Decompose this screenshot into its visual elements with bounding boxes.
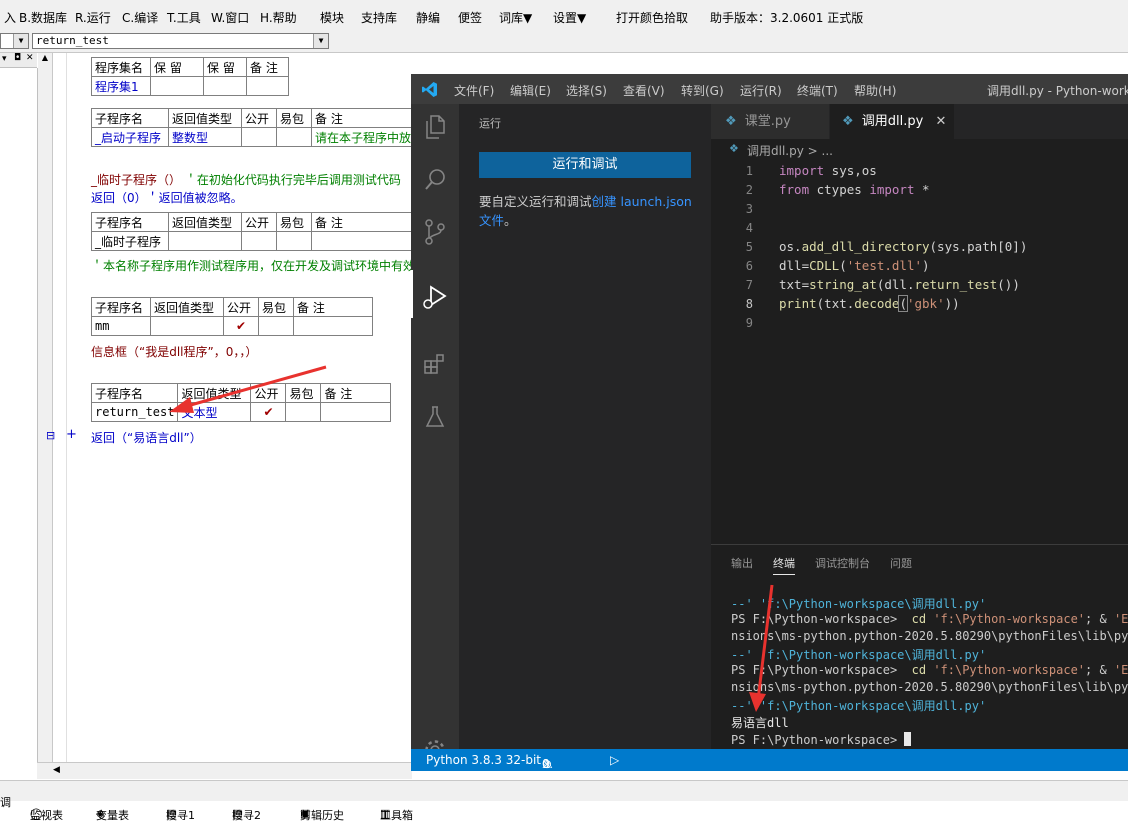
annotation-overlay bbox=[169, 365, 774, 712]
tab-label: 工具箱 bbox=[380, 809, 413, 822]
annotation-arrow-terminal bbox=[749, 584, 774, 712]
annotation-arrow-table bbox=[169, 365, 327, 413]
tab-label: 剪辑历史 bbox=[300, 809, 344, 822]
tab-label: 监视表 bbox=[30, 809, 63, 822]
tab-label: 变量表 bbox=[96, 809, 129, 822]
tab-label: 搜寻1 bbox=[166, 809, 195, 822]
tab-label: 搜寻2 bbox=[232, 809, 261, 822]
